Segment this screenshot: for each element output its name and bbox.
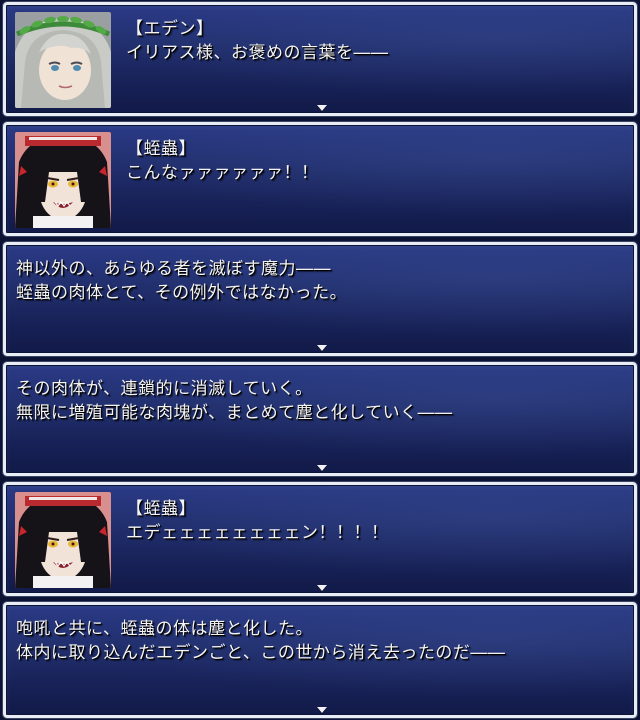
speaker-name: 【蛭蟲】	[126, 499, 196, 519]
message-text: 【エデン】 イリアス様、お褒めの言葉を――	[126, 17, 622, 65]
message-text: 神以外の、あらゆる者を滅ぼす魔力―― 蛭蟲の肉体とて、その例外ではなかった。	[16, 257, 622, 305]
dialogue-line: イリアス様、お褒めの言葉を――	[126, 43, 389, 63]
dialogue-line: エデェェェェェェェェン！！！！	[126, 523, 389, 543]
message-text: 咆吼と共に、蛭蟲の体は塵と化した。 体内に取り込んだエデンごと、この世から消え去…	[16, 617, 622, 665]
narration-line: 無限に増殖可能な肉塊が、まとめて塵と化していく――	[16, 403, 453, 423]
narration-line: 咆吼と共に、蛭蟲の体は塵と化した。	[16, 619, 313, 639]
message-window-2[interactable]: 【蛭蟲】 こんなァァァァァァ！！	[2, 121, 638, 237]
narration-line: その肉体が、連鎖的に消滅していく。	[16, 379, 313, 399]
hiruchuu-portrait-icon	[15, 492, 111, 588]
narration-line: 神以外の、あらゆる者を滅ぼす魔力――	[16, 259, 331, 279]
continue-arrow-icon[interactable]	[317, 105, 327, 111]
hiruchuu-portrait-icon	[15, 132, 111, 228]
speaker-name: 【蛭蟲】	[126, 139, 196, 159]
continue-arrow-icon[interactable]	[317, 585, 327, 591]
speaker-name: 【エデン】	[126, 19, 214, 39]
dialogue-line: こんなァァァァァァ！！	[126, 163, 319, 183]
message-window-6[interactable]: 咆吼と共に、蛭蟲の体は塵と化した。 体内に取り込んだエデンごと、この世から消え去…	[2, 601, 638, 719]
message-log: 【エデン】 イリアス様、お褒めの言葉を―― 【蛭蟲】 こんなァァァァァァ！！ 神…	[0, 0, 640, 720]
continue-arrow-icon[interactable]	[317, 465, 327, 471]
continue-arrow-icon[interactable]	[317, 345, 327, 351]
narration-line: 蛭蟲の肉体とて、その例外ではなかった。	[16, 283, 348, 303]
message-text: その肉体が、連鎖的に消滅していく。 無限に増殖可能な肉塊が、まとめて塵と化してい…	[16, 377, 622, 425]
message-window-4[interactable]: その肉体が、連鎖的に消滅していく。 無限に増殖可能な肉塊が、まとめて塵と化してい…	[2, 361, 638, 477]
message-window-5[interactable]: 【蛭蟲】 エデェェェェェェェェン！！！！	[2, 481, 638, 597]
message-text: 【蛭蟲】 こんなァァァァァァ！！	[126, 137, 622, 185]
message-window-3[interactable]: 神以外の、あらゆる者を滅ぼす魔力―― 蛭蟲の肉体とて、その例外ではなかった。	[2, 241, 638, 357]
continue-arrow-icon[interactable]	[317, 707, 327, 713]
message-text: 【蛭蟲】 エデェェェェェェェェン！！！！	[126, 497, 622, 545]
eden-portrait-icon	[15, 12, 111, 108]
narration-line: 体内に取り込んだエデンごと、この世から消え去ったのだ――	[16, 643, 506, 663]
message-window-1[interactable]: 【エデン】 イリアス様、お褒めの言葉を――	[2, 1, 638, 117]
